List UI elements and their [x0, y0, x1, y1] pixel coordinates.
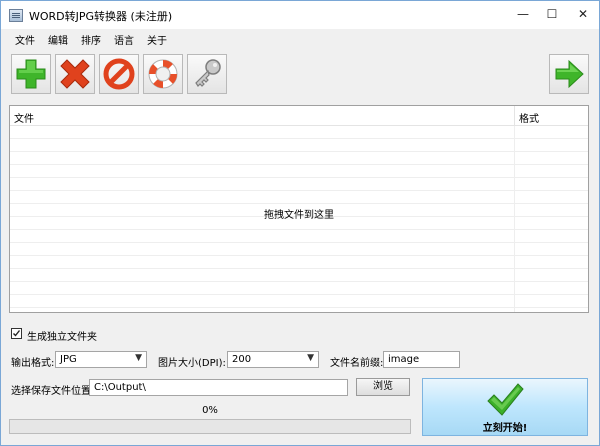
toolbar	[1, 51, 599, 97]
prefix-value: image	[388, 354, 420, 365]
separate-folder-checkbox[interactable]	[11, 328, 22, 339]
menu-language[interactable]: 语言	[114, 32, 134, 47]
column-divider[interactable]	[514, 106, 515, 125]
progress-bar	[9, 419, 411, 434]
next-button[interactable]	[549, 54, 589, 94]
chevron-down-icon: ▼	[307, 353, 314, 363]
chevron-down-icon: ▼	[135, 353, 142, 363]
browse-button[interactable]: 浏览	[356, 378, 410, 396]
column-header-file[interactable]: 文件	[14, 110, 34, 125]
save-path-input[interactable]: C:\Output\	[89, 379, 348, 396]
minimize-button[interactable]: —	[509, 1, 537, 29]
menu-about[interactable]: 关于	[147, 32, 167, 47]
output-format-label: 输出格式:	[11, 358, 55, 369]
add-icon	[16, 59, 46, 89]
menu-bar: 文件 编辑 排序 语言 关于	[1, 29, 599, 47]
output-format-value: JPG	[60, 354, 77, 365]
menu-edit[interactable]: 编辑	[48, 32, 68, 47]
save-location-label: 选择保存文件位置	[11, 386, 91, 397]
dpi-select[interactable]: 200 ▼	[227, 351, 319, 368]
dpi-value: 200	[232, 354, 252, 365]
start-label: 立刻开始!	[482, 423, 528, 434]
checkmark-icon	[13, 330, 21, 337]
key-icon	[195, 59, 221, 87]
checkmark-icon	[487, 383, 524, 416]
delete-icon	[60, 59, 90, 89]
dpi-label: 图片大小(DPI):	[158, 358, 226, 369]
window-title: WORD转JPG转换器 (未注册)	[29, 10, 173, 23]
next-arrow-icon	[555, 59, 584, 89]
output-format-select[interactable]: JPG ▼	[55, 351, 147, 368]
start-button[interactable]: 立刻开始!	[422, 378, 588, 436]
app-window: WORD转JPG转换器 (未注册) — ☐ ✕ 文件 编辑 排序 语言 关于 文…	[0, 0, 600, 446]
column-header-format[interactable]: 格式	[519, 110, 539, 125]
close-button[interactable]: ✕	[567, 1, 599, 29]
remove-file-button[interactable]	[55, 54, 95, 94]
app-icon[interactable]	[9, 9, 23, 22]
maximize-button[interactable]: ☐	[538, 1, 566, 29]
save-path-value: C:\Output\	[94, 382, 146, 393]
drop-hint: 拖拽文件到这里	[264, 210, 334, 221]
progress-percent: 0%	[202, 405, 218, 416]
file-list[interactable]: 文件 格式 拖拽文件到这里	[9, 105, 589, 313]
add-file-button[interactable]	[11, 54, 51, 94]
clear-list-button[interactable]	[99, 54, 139, 94]
register-button[interactable]	[187, 54, 227, 94]
separate-folder-label: 生成独立文件夹	[27, 332, 97, 343]
title-bar[interactable]: WORD转JPG转换器 (未注册) — ☐ ✕	[1, 1, 599, 29]
menu-sort[interactable]: 排序	[81, 32, 101, 47]
prefix-input[interactable]: image	[383, 351, 460, 368]
prefix-label: 文件名前缀:	[330, 358, 384, 369]
clear-icon	[103, 58, 135, 90]
menu-file[interactable]: 文件	[15, 32, 35, 47]
help-button[interactable]	[143, 54, 183, 94]
help-lifebuoy-icon	[148, 59, 178, 89]
file-list-header: 文件 格式	[10, 106, 588, 126]
